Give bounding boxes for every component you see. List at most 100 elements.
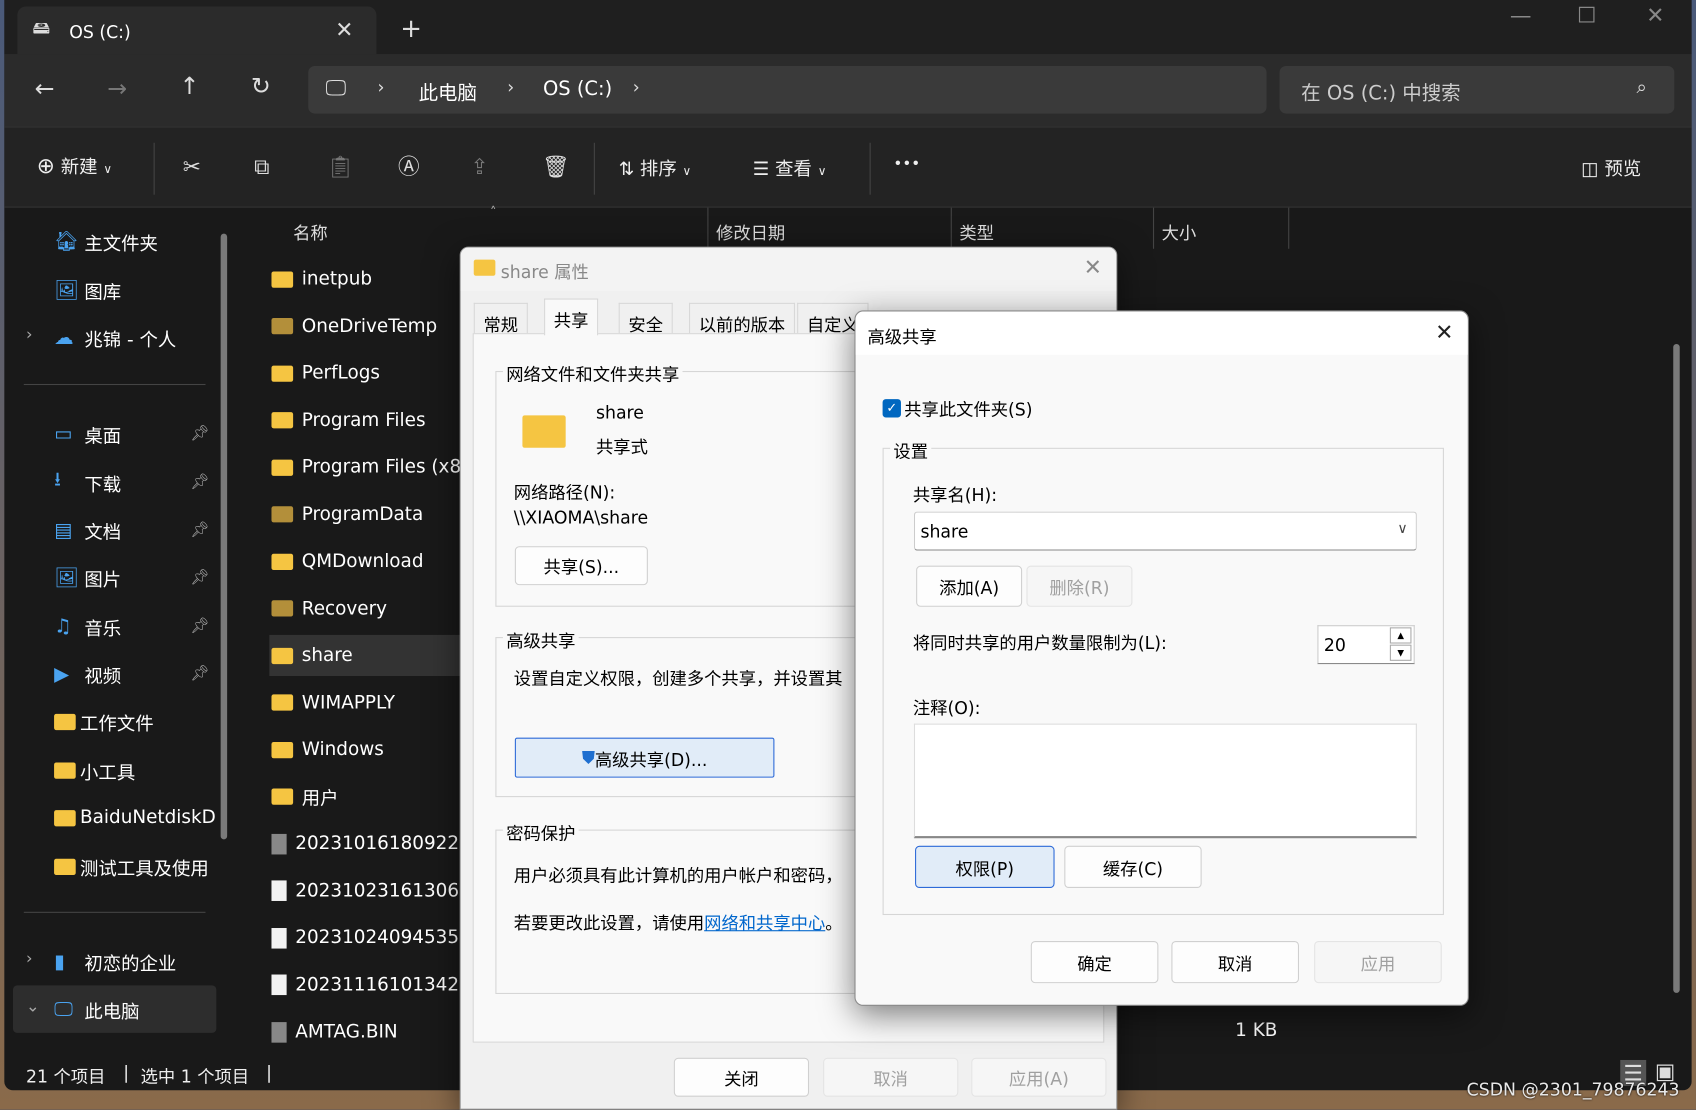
pin-icon[interactable]: 📌︎ <box>190 474 209 491</box>
tab-os-c[interactable]: 🖴 OS (C:) ✕ <box>17 6 377 55</box>
column-header-date[interactable]: 修改日期 <box>716 218 785 244</box>
view-button[interactable]: ☰ 查看 ∨ <box>753 154 827 181</box>
file-list-item[interactable]: 20231016180922 <box>271 827 459 859</box>
tiles-view-icon[interactable]: ▣ <box>1655 1060 1675 1082</box>
file-list-item[interactable]: 20231024094535 <box>271 922 459 954</box>
advanced-sharing-button[interactable]: ⛊ 高级共享(D)... <box>514 737 775 778</box>
tab-0[interactable]: 常规 <box>473 302 528 335</box>
file-list-item[interactable]: ProgramData <box>271 498 423 530</box>
sidebar-item[interactable]: ▮ 初恋的企业 <box>54 945 176 977</box>
maximize-button[interactable]: ☐ <box>1577 4 1596 26</box>
cache-button[interactable]: 缓存(C) <box>1064 845 1202 888</box>
more-button[interactable]: ••• <box>893 156 920 173</box>
preview-button[interactable]: ◫ 预览 <box>1581 154 1641 181</box>
comment-textarea[interactable] <box>913 723 1417 839</box>
file-list-item[interactable]: 20231023161306 <box>271 874 459 906</box>
search-input[interactable]: 在 OS (C:) 中搜索 ⌕ <box>1279 65 1675 114</box>
sidebar-scrollbar[interactable] <box>220 233 228 840</box>
tab-2[interactable]: 安全 <box>618 302 673 335</box>
file-list-item[interactable]: 20231116101342 <box>271 969 459 1001</box>
paste-icon[interactable]: 📋︎ <box>327 156 354 178</box>
apply-button[interactable]: 应用(A) <box>971 1057 1107 1097</box>
refresh-icon[interactable]: ↻ <box>251 75 271 100</box>
delete-icon[interactable]: 🗑︎ <box>542 156 569 178</box>
share-button[interactable]: 共享(S)... <box>514 546 648 586</box>
file-list-item[interactable]: QMDownload <box>271 545 424 577</box>
apply-button[interactable]: 应用 <box>1314 940 1442 984</box>
close-icon[interactable]: ✕ <box>1084 256 1102 278</box>
sidebar-item[interactable]: 测试工具及使用 <box>54 850 209 882</box>
sidebar-item[interactable]: ☁ 兆锦 - 个人 <box>54 321 176 353</box>
close-button[interactable]: 关闭 <box>673 1057 810 1097</box>
file-list-item[interactable]: Windows <box>271 733 384 765</box>
cancel-button[interactable]: 取消 <box>823 1057 959 1097</box>
sidebar-item[interactable]: 🏠︎ 主文件夹 <box>54 225 158 257</box>
copy-icon[interactable]: ⧉ <box>254 156 269 178</box>
remove-button[interactable]: 删除(R) <box>1026 565 1133 607</box>
column-header-type[interactable]: 类型 <box>959 218 994 244</box>
cut-icon[interactable]: ✂ <box>183 156 201 178</box>
back-icon[interactable]: ← <box>35 77 55 102</box>
file-list-item[interactable]: WIMAPPLY <box>271 686 395 718</box>
chevron-right-icon[interactable]: › <box>26 326 32 343</box>
minimize-button[interactable]: — <box>1510 4 1532 26</box>
tab-1[interactable]: 共享 <box>544 298 599 336</box>
pin-icon[interactable]: 📌︎ <box>190 569 209 586</box>
pin-icon[interactable]: 📌︎ <box>190 665 209 682</box>
divider <box>869 142 871 195</box>
add-button[interactable]: 添加(A) <box>916 565 1023 607</box>
sidebar-item[interactable]: BaiduNetdiskD <box>54 801 216 833</box>
sidebar-item[interactable]: ▤ 文档 <box>54 514 121 546</box>
file-list-item[interactable]: OneDriveTemp <box>271 310 437 342</box>
user-limit-stepper[interactable]: 20 ▲ ▼ <box>1317 625 1415 665</box>
new-button[interactable]: ⊕ 新建 ∨ <box>37 151 112 179</box>
breadcrumb-this-pc[interactable]: 此电脑 <box>419 78 477 106</box>
file-list-item[interactable]: AMTAG.BIN <box>271 1016 398 1048</box>
address-bar[interactable]: 🖵 › 此电脑 › OS (C:) › <box>308 65 1267 114</box>
file-list-item[interactable]: PerfLogs <box>271 357 380 389</box>
pin-icon[interactable]: 📌︎ <box>190 425 209 442</box>
forward-icon[interactable]: → <box>107 77 127 102</box>
ok-button[interactable]: 确定 <box>1030 940 1159 984</box>
up-icon[interactable]: ↑ <box>180 75 200 100</box>
file-list-item[interactable]: Recovery <box>271 592 387 624</box>
sidebar-item[interactable]: 小工具 <box>54 754 135 786</box>
cancel-button[interactable]: 取消 <box>1171 940 1300 984</box>
column-header-size[interactable]: 大小 <box>1162 218 1197 244</box>
file-list-item[interactable]: 用户 <box>271 780 339 812</box>
sidebar-item[interactable]: ▶ 视频 <box>54 658 121 690</box>
close-icon[interactable]: ✕ <box>1435 321 1453 343</box>
increment-button[interactable]: ▲ <box>1389 627 1412 644</box>
new-label: 新建 <box>60 156 98 179</box>
close-window-button[interactable]: ✕ <box>1646 4 1664 26</box>
permissions-button[interactable]: 权限(P) <box>915 845 1055 888</box>
decrement-button[interactable]: ▼ <box>1389 644 1412 661</box>
share-folder-checkbox[interactable]: ✓ 共享此文件夹(S) <box>882 395 1033 421</box>
sidebar-item[interactable]: ♫ 音乐 <box>54 610 121 642</box>
share-name-select[interactable]: share ∨ <box>913 511 1417 551</box>
sidebar-item[interactable]: 🖼︎ 图片 <box>54 561 121 593</box>
chevron-right-icon[interactable]: › <box>26 950 32 967</box>
sort-button[interactable]: ⇅ 排序 ∨ <box>619 154 692 181</box>
sidebar-item[interactable]: 工作文件 <box>54 705 154 737</box>
breadcrumb-os-c[interactable]: OS (C:) <box>543 78 612 101</box>
file-list-item[interactable]: Program Files (x86 <box>271 451 473 483</box>
new-tab-button[interactable]: + <box>400 15 422 41</box>
file-list-item[interactable]: inetpub <box>271 263 372 295</box>
pin-icon[interactable]: 📌︎ <box>190 521 209 538</box>
chevron-down-icon[interactable]: ⌄ <box>26 998 40 1014</box>
pin-icon[interactable]: 📌︎ <box>190 618 209 635</box>
file-list-scrollbar[interactable] <box>1673 343 1680 993</box>
file-list-item[interactable]: share <box>271 639 353 671</box>
column-header-name[interactable]: 名称 <box>293 218 328 244</box>
sidebar-item[interactable]: ⭳ 下载 <box>54 466 121 498</box>
close-tab-icon[interactable]: ✕ <box>335 18 353 40</box>
share-icon[interactable]: ⇪ <box>470 156 488 178</box>
sidebar-item[interactable]: 🖼︎ 图库 <box>54 274 121 306</box>
network-sharing-center-link[interactable]: 网络和共享中心 <box>704 913 825 934</box>
rename-icon[interactable]: Ⓐ <box>398 156 420 178</box>
tab-3[interactable]: 以前的版本 <box>688 302 795 335</box>
sidebar-item[interactable]: 🖵 此电脑 <box>54 993 139 1025</box>
file-list-item[interactable]: Program Files <box>271 404 426 436</box>
sidebar-item[interactable]: ▭ 桌面 <box>54 417 121 449</box>
